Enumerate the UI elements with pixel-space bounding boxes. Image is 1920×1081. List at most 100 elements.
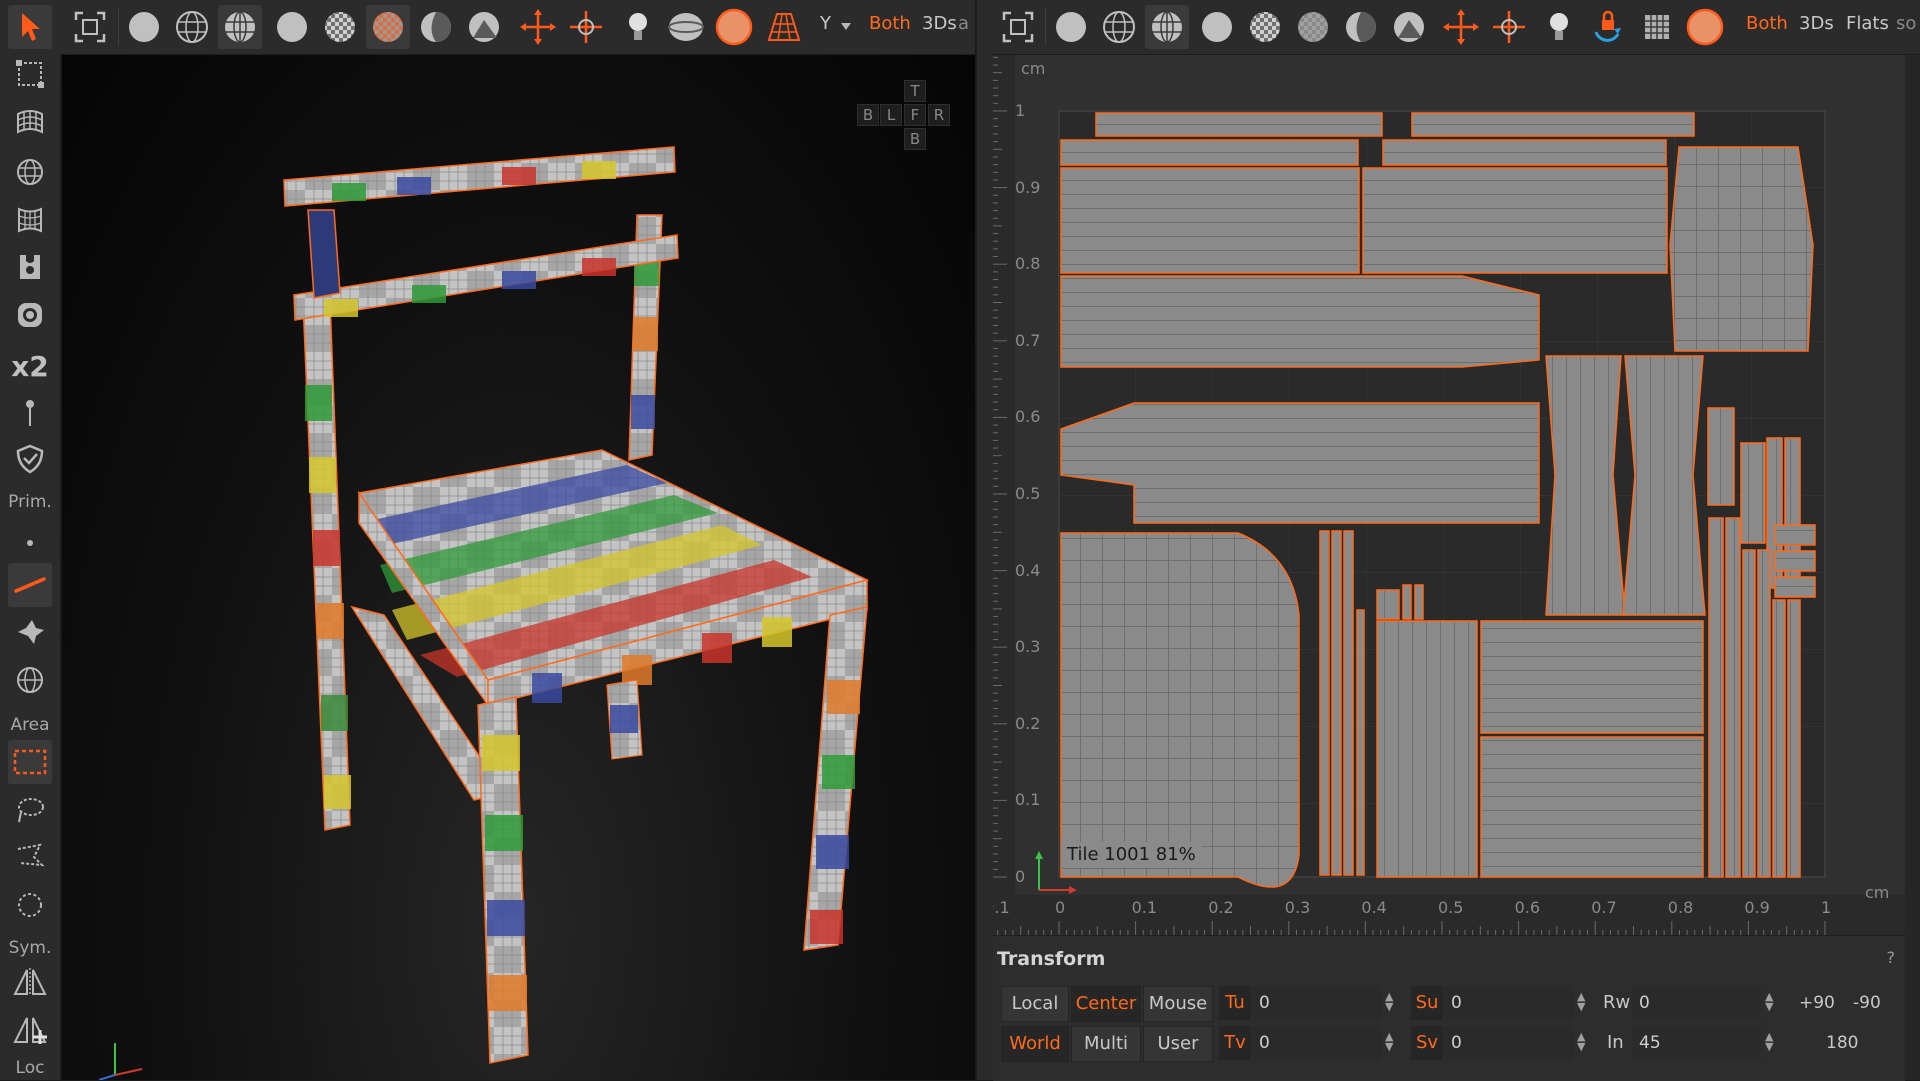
tv-spinner[interactable]: ▲ ▼ [1385, 1031, 1393, 1052]
gizmo-move-button[interactable] [516, 5, 560, 49]
uv-light-button[interactable] [1537, 5, 1581, 49]
color-checker-button[interactable] [366, 5, 410, 49]
both-display-toggle[interactable]: Both [869, 13, 911, 34]
uv-lock-rotate-button[interactable] [1585, 5, 1629, 49]
wireframe-display-button[interactable] [170, 5, 214, 49]
tu-spinner[interactable]: ▲ ▼ [1385, 991, 1393, 1012]
mouse-mode-button[interactable]: Mouse [1143, 986, 1213, 1022]
grid-wave-icon [17, 110, 43, 134]
uv-both-toggle[interactable]: Both [1746, 13, 1788, 34]
flatten-tool[interactable] [8, 100, 52, 144]
select-arrow-tool[interactable] [8, 5, 52, 49]
local-mode-button[interactable]: Local [1001, 986, 1069, 1022]
shield-tool[interactable] [8, 437, 52, 481]
island-mode-button[interactable] [8, 610, 52, 654]
user-mode-button[interactable]: User [1143, 1026, 1213, 1062]
uv-wireframe-button[interactable] [1097, 5, 1141, 49]
smooth-display-button[interactable] [270, 5, 314, 49]
uv-editor-toolbar: Both 3Ds Flats so [993, 0, 1920, 55]
globe-icon [17, 159, 43, 185]
uv-gizmo-center-button[interactable] [1487, 5, 1531, 49]
symmetry-toggle-button[interactable] [8, 960, 52, 1004]
viewport-3d-toolbar: Y Both 3Ds a [60, 0, 975, 55]
uv-frame-all-button[interactable] [996, 5, 1040, 49]
light-button[interactable] [616, 5, 660, 49]
x2-multiplier-label[interactable]: x2 [0, 350, 60, 383]
uv-y-tick-label: 0.9 [1015, 177, 1041, 197]
in-spinner[interactable]: ▲ ▼ [1765, 1031, 1773, 1052]
distortion-display-button[interactable] [414, 5, 458, 49]
chevron-down-icon[interactable] [840, 22, 852, 32]
gizmo-center-button[interactable] [564, 5, 608, 49]
uv-editor-canvas[interactable]: Tile 1001 81% cm cm 1 0.9 0.8 0.7 0.6 0.5 0.4 0… [993, 55, 1905, 935]
view-cube-top[interactable]: T [904, 80, 926, 102]
object-mode-button[interactable] [8, 658, 52, 702]
polygon-select-button[interactable] [8, 835, 52, 879]
tu-input[interactable]: 0 [1253, 986, 1381, 1020]
uv-3ds-toggle[interactable]: 3Ds [1799, 13, 1834, 34]
shaded-wire-display-button[interactable] [218, 5, 262, 49]
dot-icon [27, 540, 33, 546]
uv-shaded-button[interactable] [1049, 5, 1093, 49]
ground-plane-button[interactable] [664, 5, 708, 49]
view-cube-back[interactable]: B [857, 104, 879, 126]
rotate-180-button[interactable]: 180 [1826, 1026, 1858, 1060]
wire-sphere-icon [1103, 11, 1135, 43]
help-button[interactable]: ? [1887, 948, 1896, 967]
sv-spinner[interactable]: ▲ ▼ [1577, 1031, 1585, 1052]
rect-area-select-button[interactable] [8, 740, 52, 784]
tv-input[interactable]: 0 [1253, 1026, 1381, 1060]
target-cross-icon [1493, 11, 1525, 43]
optimize-tool[interactable] [8, 293, 52, 337]
view-cube-right[interactable]: R [928, 104, 950, 126]
rotate-plus90-button[interactable]: +90 [1799, 986, 1835, 1020]
checker-texture-button[interactable] [318, 5, 362, 49]
su-spinner[interactable]: ▲ ▼ [1577, 991, 1585, 1012]
rw-spinner[interactable]: ▲ ▼ [1765, 991, 1773, 1012]
vertex-mode-button[interactable] [8, 515, 52, 559]
lasso-select-button[interactable] [8, 788, 52, 832]
viewport-3d[interactable]: T B L F R B [62, 55, 975, 1080]
lit-display-button[interactable] [462, 5, 506, 49]
rect-select-tool[interactable] [8, 52, 52, 96]
pin-tool[interactable] [8, 390, 52, 434]
shaded-display-button[interactable] [122, 5, 166, 49]
uv-grid-button[interactable] [1635, 5, 1679, 49]
uv-flats-toggle[interactable]: Flats [1846, 13, 1889, 34]
3ds-display-toggle[interactable]: 3Ds [922, 13, 957, 34]
uv-smooth-button[interactable] [1195, 5, 1239, 49]
symmetry-add-button[interactable] [8, 1008, 52, 1052]
edge-mode-button[interactable] [8, 563, 52, 607]
uv-shaded-wire-button[interactable] [1145, 5, 1189, 49]
viewport-splitter[interactable] [976, 0, 994, 1080]
uv-checker-button[interactable] [1243, 5, 1287, 49]
sv-input[interactable]: 0 [1445, 1026, 1573, 1060]
view-cube[interactable]: T B L F R B [857, 80, 975, 170]
uv-distortion-button[interactable] [1339, 5, 1383, 49]
view-cube-front[interactable]: F [904, 104, 926, 126]
up-axis-dropdown[interactable]: Y [820, 13, 831, 34]
view-cube-bottom[interactable]: B [904, 128, 926, 150]
circle-select-button[interactable] [8, 883, 52, 927]
uv-lit-button[interactable] [1387, 5, 1431, 49]
material-sphere-button[interactable] [712, 5, 756, 49]
perspective-grid-button[interactable] [762, 5, 806, 49]
area-section-label: Area [10, 715, 50, 735]
view-cube-left[interactable]: L [880, 104, 902, 126]
in-input[interactable]: 45 [1633, 1026, 1761, 1060]
rotate-minus90-button[interactable]: -90 [1853, 986, 1881, 1020]
edge-line-icon [14, 577, 46, 593]
uv-gizmo-move-button[interactable] [1439, 5, 1483, 49]
sphere-tool[interactable] [8, 150, 52, 194]
center-mode-button[interactable]: Center [1071, 986, 1141, 1022]
su-input[interactable]: 0 [1445, 986, 1573, 1020]
multi-mode-button[interactable]: Multi [1071, 1026, 1141, 1062]
cylinder-tool[interactable] [8, 198, 52, 242]
frame-all-button[interactable] [68, 5, 112, 49]
world-mode-button[interactable]: World [1001, 1026, 1069, 1062]
rw-input[interactable]: 0 [1633, 986, 1761, 1020]
uv-x-tick-label: 0.2 [1208, 898, 1234, 917]
uv-material-sphere-button[interactable] [1683, 5, 1727, 49]
pin-unfold-tool[interactable] [8, 245, 52, 289]
uv-grey-checker-button[interactable] [1291, 5, 1335, 49]
